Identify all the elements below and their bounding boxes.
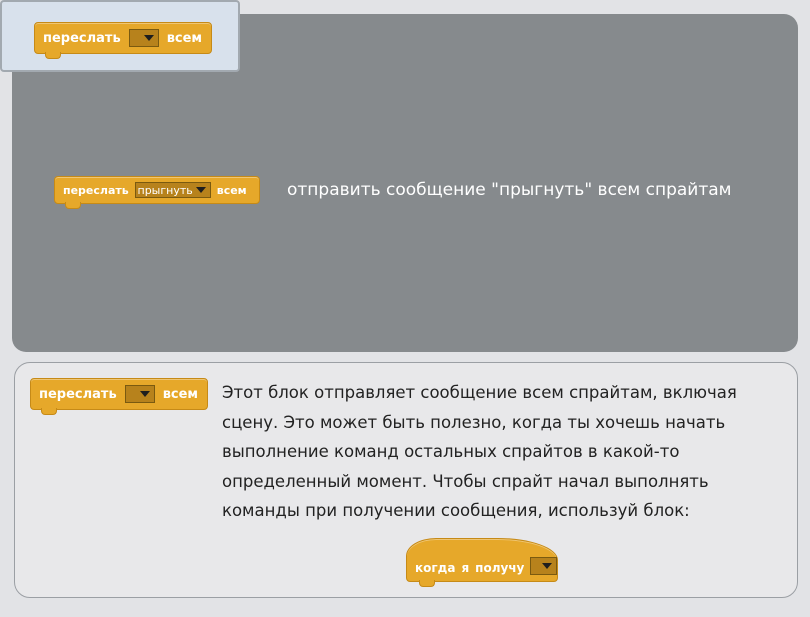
block-verb: переслать: [43, 30, 121, 46]
help-text: Этот блок отправляет сообщение всем спра…: [222, 378, 790, 526]
dropdown-arrow-icon: [542, 563, 552, 569]
help-line: сцену. Это может быть полезно, когда ты …: [222, 412, 726, 432]
message-dropdown[interactable]: [128, 29, 159, 47]
hat-word: я: [461, 561, 470, 575]
help-line: выполнение команд остальных спрайтов в к…: [222, 442, 680, 461]
dropdown-value: прыгнуть: [137, 183, 193, 197]
block-verb: переслать: [63, 183, 129, 197]
block-suffix: всем: [162, 386, 199, 402]
broadcast-block-example[interactable]: переслать прыгнуть всем: [54, 176, 260, 209]
dropdown-arrow-icon: [195, 187, 206, 193]
hat-word: получу: [475, 561, 525, 575]
help-line: определенный момент. Чтобы спрайт начал …: [222, 471, 709, 491]
block-suffix: всем: [216, 183, 247, 197]
example-description: отправить сообщение "прыгнуть" всем спра…: [287, 180, 732, 200]
message-dropdown[interactable]: [530, 557, 557, 575]
preview-tab: переслать всем: [0, 0, 240, 72]
hat-word: когда: [415, 561, 456, 575]
dropdown-arrow-icon: [139, 391, 150, 397]
when-i-receive-block[interactable]: когда я получу: [406, 538, 558, 587]
block-verb: переслать: [39, 386, 117, 402]
block-suffix: всем: [166, 30, 203, 46]
broadcast-block-preview[interactable]: переслать всем: [34, 22, 212, 59]
message-dropdown[interactable]: [124, 385, 155, 403]
help-line: Этот блок отправляет сообщение всем спра…: [222, 383, 737, 402]
help-line: команды при получении сообщения, использ…: [222, 501, 690, 520]
broadcast-block-help[interactable]: переслать всем: [30, 378, 208, 415]
dropdown-arrow-icon: [143, 35, 154, 41]
message-dropdown[interactable]: прыгнуть: [134, 182, 211, 198]
